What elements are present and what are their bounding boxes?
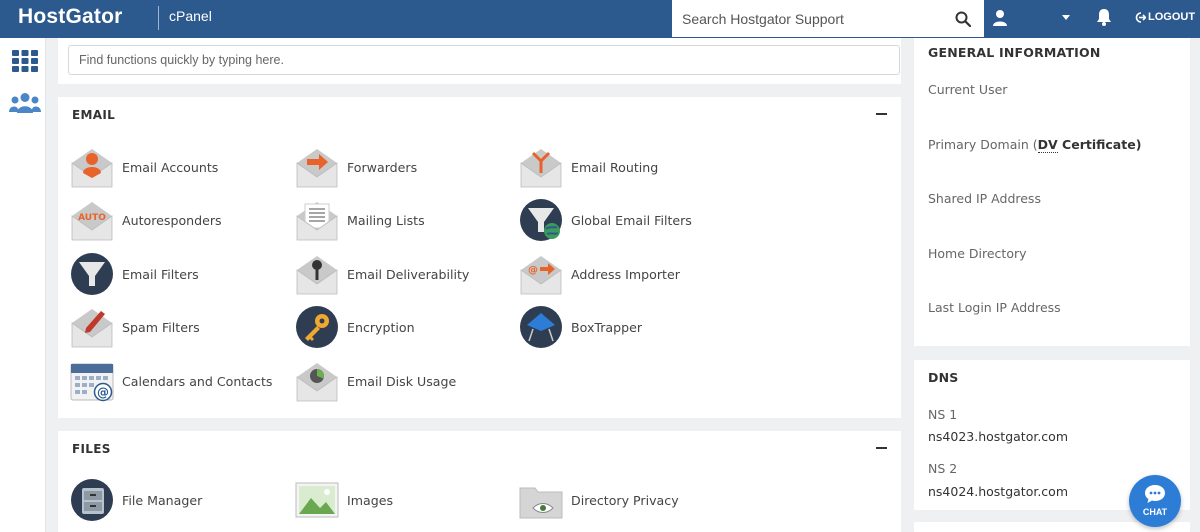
encryption-label: Encryption	[347, 319, 415, 335]
ns1-value: ns4023.hostgator.com	[928, 429, 1069, 444]
spam-filters-icon	[71, 309, 113, 348]
email-accounts-label: Email Accounts	[122, 159, 219, 175]
logout-button[interactable]: LOGOUT	[1135, 11, 1195, 23]
primary-domain-text: Primary Domain (	[928, 137, 1038, 152]
global-email-filters-link[interactable]: Global Email Filters	[519, 197, 692, 243]
support-search-input[interactable]	[672, 0, 942, 37]
find-functions-input[interactable]	[68, 45, 900, 75]
file-manager-label: File Manager	[122, 492, 203, 508]
images-link[interactable]: Images	[295, 477, 393, 523]
user-icon[interactable]	[992, 9, 1008, 27]
email-disk-usage-icon	[296, 363, 338, 402]
global-email-filters-label: Global Email Filters	[571, 212, 692, 228]
collapse-icon[interactable]	[876, 113, 887, 115]
brand-divider	[158, 6, 159, 30]
spam-filters-label: Spam Filters	[122, 319, 200, 335]
files-section: FILES File Manager Images Directory Priv…	[58, 431, 901, 532]
email-accounts-link[interactable]: Email Accounts	[70, 144, 218, 190]
last-login-ip-label: Last Login IP Address	[928, 300, 1061, 315]
calendars-contacts-icon: @	[70, 363, 114, 402]
support-search-box	[672, 0, 984, 37]
forwarders-icon	[296, 149, 338, 188]
svg-text:AUTO: AUTO	[78, 213, 106, 223]
apps-grid-icon[interactable]	[12, 50, 38, 72]
dns-title: DNS	[928, 370, 959, 385]
forwarders-link[interactable]: Forwarders	[295, 144, 417, 190]
file-manager-link[interactable]: File Manager	[70, 477, 202, 523]
mailing-lists-link[interactable]: Mailing Lists	[295, 197, 425, 243]
email-filters-link[interactable]: Email Filters	[70, 251, 199, 297]
chevron-down-icon[interactable]	[1062, 15, 1070, 20]
mailing-lists-label: Mailing Lists	[347, 212, 425, 228]
calendars-contacts-label: Calendars and Contacts	[122, 373, 273, 389]
ns2-label: NS 2	[928, 461, 958, 476]
encryption-icon	[296, 306, 338, 348]
address-importer-icon: @	[520, 256, 562, 295]
email-deliverability-label: Email Deliverability	[347, 266, 470, 282]
shared-ip-label: Shared IP Address	[928, 191, 1041, 206]
mailing-lists-icon	[296, 202, 338, 241]
global-email-filters-icon	[520, 199, 562, 241]
email-routing-label: Email Routing	[571, 159, 659, 175]
email-section: EMAIL Email Accounts Forwarders Email Ro…	[58, 97, 901, 418]
autoresponders-link[interactable]: AUTO Autoresponders	[70, 197, 222, 243]
email-deliverability-link[interactable]: Email Deliverability	[295, 251, 469, 297]
general-information-title: GENERAL INFORMATION	[928, 45, 1101, 60]
forwarders-label: Forwarders	[347, 159, 418, 175]
email-disk-usage-label: Email Disk Usage	[347, 373, 457, 389]
autoresponders-label: Autoresponders	[122, 212, 222, 228]
address-importer-label: Address Importer	[571, 266, 680, 282]
encryption-link[interactable]: Encryption	[295, 304, 415, 350]
calendars-contacts-link[interactable]: @ Calendars and Contacts	[70, 358, 272, 404]
ns2-value: ns4024.hostgator.com	[928, 484, 1069, 499]
directory-privacy-label: Directory Privacy	[571, 492, 679, 508]
email-accounts-icon	[71, 149, 113, 188]
users-icon[interactable]	[9, 92, 41, 114]
chat-bubble-icon	[1145, 485, 1165, 503]
images-icon	[295, 482, 339, 518]
email-routing-link[interactable]: Email Routing	[519, 144, 658, 190]
dv-abbreviation: DV	[1037, 137, 1058, 153]
email-deliverability-icon	[296, 256, 338, 295]
hostgator-logo[interactable]: HostGator	[18, 5, 122, 29]
boxtrapper-link[interactable]: BoxTrapper	[519, 304, 642, 350]
email-routing-icon	[520, 149, 562, 188]
files-section-title: FILES	[72, 442, 111, 456]
certificate-text: Certificate)	[1057, 137, 1142, 152]
logout-label: LOGOUT	[1148, 11, 1196, 23]
boxtrapper-label: BoxTrapper	[571, 319, 643, 335]
home-directory-label: Home Directory	[928, 246, 1027, 261]
spam-filters-link[interactable]: Spam Filters	[70, 304, 200, 350]
chat-button[interactable]: CHAT	[1129, 475, 1181, 527]
svg-text:@: @	[528, 265, 538, 276]
email-filters-icon	[71, 253, 113, 295]
email-disk-usage-link[interactable]: Email Disk Usage	[295, 358, 456, 404]
email-filters-label: Email Filters	[122, 266, 199, 282]
logout-icon	[1135, 11, 1146, 23]
collapse-icon[interactable]	[876, 447, 887, 449]
file-manager-icon	[71, 479, 113, 521]
top-navigation-bar: HostGator cPanel LOGOUT	[0, 0, 1200, 38]
search-icon[interactable]	[954, 10, 972, 28]
current-user-label: Current User	[928, 82, 1008, 97]
email-section-title: EMAIL	[72, 108, 116, 122]
cpanel-label: cPanel	[169, 8, 212, 24]
left-sidebar	[0, 38, 46, 532]
primary-domain-label: Primary Domain (DV Certificate)	[928, 137, 1142, 153]
directory-privacy-icon	[519, 487, 563, 519]
bell-icon[interactable]	[1096, 8, 1112, 26]
autoresponders-icon: AUTO	[71, 202, 113, 241]
boxtrapper-icon	[520, 306, 562, 348]
directory-privacy-link[interactable]: Directory Privacy	[519, 477, 679, 523]
svg-text:@: @	[97, 386, 109, 400]
ns1-label: NS 1	[928, 407, 958, 422]
images-label: Images	[347, 492, 394, 508]
address-importer-link[interactable]: @ Address Importer	[519, 251, 680, 297]
general-information-panel: GENERAL INFORMATION Current User Primary…	[914, 38, 1190, 346]
chat-label: CHAT	[1142, 507, 1168, 517]
